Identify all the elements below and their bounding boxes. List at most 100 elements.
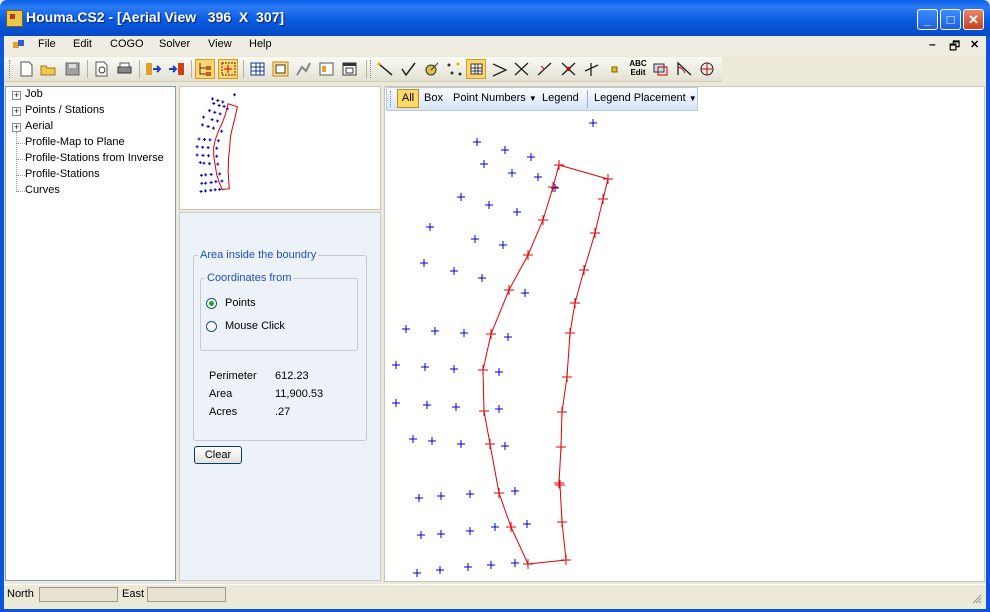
line-icon[interactable] [377, 61, 394, 77]
boundary-vertex-marker[interactable] [479, 406, 489, 416]
boundary-vertex-marker[interactable] [555, 480, 565, 490]
survey-point-marker[interactable] [487, 561, 495, 569]
check-icon[interactable] [400, 61, 417, 77]
tree-item-profile-map-to-plane[interactable]: Profile-Map to Plane [25, 136, 125, 148]
expand-points-toggle[interactable]: + [12, 107, 21, 116]
expand-aerial-toggle[interactable]: + [12, 123, 21, 132]
boundary-vertex-marker[interactable] [562, 372, 572, 382]
survey-point-marker[interactable] [428, 437, 436, 445]
box-button[interactable]: Box [424, 92, 443, 104]
tree-item-points-stations[interactable]: Points / Stations [25, 104, 105, 116]
tree-item-aerial[interactable]: Aerial [25, 120, 53, 132]
survey-point-marker[interactable] [521, 289, 529, 297]
boundary-vertex-marker[interactable] [603, 174, 613, 184]
boundary-vertex-marker[interactable] [565, 328, 575, 338]
export-icon[interactable] [168, 61, 185, 77]
layers-icon[interactable] [652, 61, 669, 77]
menu-help[interactable]: Help [249, 38, 272, 50]
boundary-vertex-marker[interactable] [579, 265, 589, 275]
mdi-child-icon[interactable] [12, 39, 26, 51]
new-file-icon[interactable] [18, 61, 35, 77]
boundary-vertex-marker[interactable] [557, 517, 567, 527]
profile-view-icon[interactable] [295, 61, 312, 77]
menu-file[interactable]: File [38, 38, 56, 50]
survey-point-marker[interactable] [421, 363, 429, 371]
survey-point-marker[interactable] [464, 563, 472, 571]
offset-icon[interactable] [583, 61, 600, 77]
boundary-vertex-marker[interactable] [548, 182, 558, 192]
boundary-vertex-marker[interactable] [486, 329, 496, 339]
intersect-icon[interactable] [513, 61, 530, 77]
map-toolbar-grip[interactable] [390, 91, 394, 107]
survey-point-marker[interactable] [417, 531, 425, 539]
area-boundary-polygon[interactable] [482, 164, 609, 565]
boundary-vertex-marker[interactable] [504, 285, 514, 295]
close-button[interactable]: ✕ [963, 9, 984, 30]
boundary-vertex-marker[interactable] [554, 160, 564, 170]
legend-placement-dropdown[interactable]: Legend Placement ▼ [594, 92, 697, 104]
survey-point-marker[interactable] [392, 399, 400, 407]
survey-point-marker[interactable] [504, 333, 512, 341]
boundary-vertex-marker[interactable] [556, 442, 566, 452]
survey-point-marker[interactable] [523, 520, 531, 528]
survey-point-marker[interactable] [478, 274, 486, 282]
minimize-button[interactable]: _ [917, 9, 938, 30]
survey-point-marker[interactable] [457, 193, 465, 201]
tree-view-icon[interactable] [197, 61, 214, 77]
survey-point-marker[interactable] [437, 530, 445, 538]
aerial-map-canvas[interactable] [384, 86, 985, 582]
mdi-minimize-button[interactable]: – [929, 37, 936, 51]
survey-point-marker[interactable] [436, 566, 444, 574]
survey-point-marker[interactable] [420, 259, 428, 267]
boundary-vertex-marker[interactable] [485, 439, 495, 449]
points-radio[interactable] [206, 298, 217, 309]
aerial-view-icon[interactable] [220, 61, 237, 77]
survey-point-marker[interactable] [409, 435, 417, 443]
maximize-button[interactable]: □ [940, 9, 961, 30]
toolbar-grip[interactable] [9, 60, 13, 78]
overview-thumbnail[interactable] [179, 86, 381, 210]
map-view-icon[interactable] [272, 61, 289, 77]
quadrant-icon[interactable] [699, 61, 716, 77]
survey-point-marker[interactable] [473, 138, 481, 146]
survey-point-marker[interactable] [534, 173, 542, 181]
survey-point-marker[interactable] [402, 325, 410, 333]
survey-point-marker[interactable] [460, 329, 468, 337]
survey-point-marker[interactable] [485, 201, 493, 209]
toolbar-grip[interactable] [370, 60, 374, 78]
boundary-vertex-marker[interactable] [590, 228, 600, 238]
menu-cogo[interactable]: COGO [110, 38, 144, 50]
survey-point-marker[interactable] [431, 327, 439, 335]
open-folder-icon[interactable] [40, 61, 57, 77]
points-radio-label[interactable]: Points [225, 297, 256, 309]
point-icon[interactable] [606, 61, 623, 77]
circle-point-icon[interactable] [423, 61, 440, 77]
boundary-vertex-marker[interactable] [523, 250, 533, 260]
area-icon[interactable] [468, 61, 485, 77]
boundary-vertex-marker[interactable] [506, 522, 516, 532]
tree-item-profile-stations[interactable]: Profile-Stations [25, 168, 100, 180]
boundary-vertex-marker[interactable] [561, 555, 571, 565]
survey-point-marker[interactable] [491, 523, 499, 531]
survey-point-marker[interactable] [511, 559, 519, 567]
boundary-vertex-marker[interactable] [554, 478, 564, 488]
survey-point-marker[interactable] [413, 569, 421, 577]
clear-button[interactable]: Clear [194, 446, 242, 464]
survey-point-marker[interactable] [437, 492, 445, 500]
survey-point-marker[interactable] [423, 401, 431, 409]
boundary-vertex-marker[interactable] [557, 407, 567, 417]
survey-point-marker[interactable] [450, 267, 458, 275]
tree-item-profile-stations-inverse[interactable]: Profile-Stations from Inverse [25, 152, 164, 164]
save-icon[interactable] [64, 61, 81, 77]
survey-point-marker[interactable] [501, 146, 509, 154]
print-icon[interactable] [116, 61, 133, 77]
survey-point-marker[interactable] [495, 405, 503, 413]
boundary-vertex-marker[interactable] [598, 194, 608, 204]
survey-point-marker[interactable] [466, 527, 474, 535]
angle-icon[interactable] [491, 61, 508, 77]
legend-button[interactable]: Legend [542, 92, 579, 104]
survey-point-marker[interactable] [471, 235, 479, 243]
app-icon[interactable] [6, 10, 23, 27]
survey-point-marker[interactable] [501, 442, 509, 450]
survey-point-marker[interactable] [426, 223, 434, 231]
